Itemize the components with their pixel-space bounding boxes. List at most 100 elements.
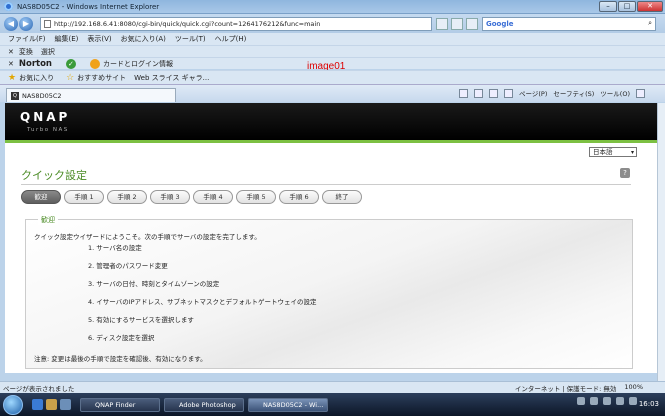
desktop-quicklaunch-icon[interactable] [60,399,71,410]
step-6[interactable]: 手順 6 [279,190,319,204]
step-finish[interactable]: 終了 [322,190,362,204]
suggested-sites-icon: ☆ [66,72,75,83]
menu-safety[interactable]: セーフティ(S) [553,88,594,98]
page-icon [44,19,51,28]
task-qnap-finder[interactable]: QNAP Finder [80,398,160,412]
step-5[interactable]: 手順 5 [236,190,276,204]
address-bar-row: ◀ ▶ http://192.168.6.41:8080/cgi-bin/qui… [0,14,665,33]
select-button[interactable]: 選択 [41,47,55,57]
page-title: クイック設定 [21,169,87,182]
wizard-steps: 歓迎 手順 1 手順 2 手順 3 手順 4 手順 5 手順 6 終了 [21,190,362,204]
main-content: 日本語 クイック設定 ? 歓迎 手順 1 手順 2 手順 3 手順 4 手順 5… [5,143,657,373]
address-actions [436,17,478,30]
url-field[interactable]: http://192.168.6.41:8080/cgi-bin/quick/q… [40,16,432,31]
command-bar: ページ(P) セーフティ(S) ツール(O) [459,88,645,98]
norton-logo[interactable]: Norton [19,59,52,69]
zoom-level[interactable]: 100% [624,383,643,393]
start-button[interactable] [3,395,23,415]
menu-favorites[interactable]: お気に入り(A) [121,34,166,44]
google-search-label: Google [486,19,514,28]
qnap-favicon-icon: Q [11,91,19,100]
menu-help[interactable]: ヘルプ(H) [215,34,247,44]
stop-icon[interactable] [466,17,478,30]
close-toolbar-icon[interactable]: ✕ [8,48,14,56]
window-title: NAS8D05C2 - Windows Internet Explorer [17,2,160,11]
turbo-nas-label: Turbo NAS [27,127,69,133]
menu-page[interactable]: ページ(P) [519,88,547,98]
menu-view[interactable]: 表示(V) [87,34,111,44]
list-item: 6. ディスク設定を選択 [88,334,155,342]
qnap-header: QNAP Turbo NAS [5,103,657,140]
suggested-sites-button[interactable]: おすすめサイト [77,73,126,83]
step-1[interactable]: 手順 1 [64,190,104,204]
refresh-icon[interactable] [451,17,463,30]
window-titlebar: NAS8D05C2 - Windows Internet Explorer – … [0,0,665,14]
network-icon[interactable] [629,397,637,405]
back-button[interactable]: ◀ [4,16,18,31]
title-divider [21,184,631,185]
menu-edit[interactable]: 編集(E) [55,34,79,44]
home-icon[interactable] [459,88,468,98]
convert-button[interactable]: 変換 [19,47,33,57]
step-welcome[interactable]: 歓迎 [21,190,61,204]
maximize-button[interactable]: □ [618,1,636,12]
list-item: 5. 有効にするサービスを選択します [88,316,194,324]
task-photoshop[interactable]: Adobe Photoshop ... [164,398,244,416]
step-2[interactable]: 手順 2 [107,190,147,204]
window-controls: – □ ✕ [599,1,663,12]
compat-view-icon[interactable] [436,17,448,30]
list-item: 3. サーバの日付、時刻とタイムゾーンの設定 [88,280,220,288]
tray-icon[interactable] [590,397,598,405]
help-icon[interactable] [636,88,645,98]
close-window-button[interactable]: ✕ [637,1,663,12]
mail-icon[interactable] [489,88,498,98]
search-icon[interactable]: ⌕ [648,19,652,28]
print-icon[interactable] [504,88,513,98]
menu-tools-cmd[interactable]: ツール(O) [600,88,630,98]
norton-check-icon[interactable]: ✓ [65,58,76,69]
tab-nas[interactable]: Q NAS8D05C2 [6,88,176,102]
translate-toolbar: ✕ 変換 選択 [0,45,665,57]
folder-quicklaunch-icon[interactable] [46,399,57,410]
tray-icon[interactable] [577,397,585,405]
help-icon-button[interactable]: ? [620,168,630,178]
tray-icon[interactable] [603,397,611,405]
status-bar: ページが表示されました インターネット | 保護モード: 無効 100% [0,381,665,393]
welcome-intro: クイック設定ウイザードにようこそ。次の手順でサーバの設定を完了します。 [34,233,261,241]
clock[interactable]: 16:03 [639,400,659,408]
language-select[interactable]: 日本語 [589,147,637,157]
step-3[interactable]: 手順 3 [150,190,190,204]
status-text: ページが表示されました [3,384,75,393]
list-item: 2. 管理者のパスワード変更 [88,262,168,270]
forward-button[interactable]: ▶ [19,16,33,31]
list-item: 4. イサーバのIPアドレス、サブネットマスクとデフォルトゲートウェイの設定 [88,298,317,306]
favorites-button[interactable]: お気に入り [19,73,54,83]
search-input[interactable]: Google ⌕ [482,16,656,31]
taskbar: QNAP Finder Adobe Photoshop ... NAS8D05C… [0,393,665,416]
tab-row: Q NAS8D05C2 ページ(P) セーフティ(S) ツール(O) [0,84,665,102]
ie-quicklaunch-icon[interactable] [32,399,43,410]
task-ie[interactable]: NAS8D05C2 - Wi... [248,398,328,412]
url-text: http://192.168.6.41:8080/cgi-bin/quick/q… [54,19,321,28]
favorites-bar: ★ お気に入り ☆ おすすめサイト Web スライス ギャラ... [0,70,665,84]
system-tray [577,397,637,405]
vertical-scrollbar[interactable] [657,103,665,381]
web-slice-button[interactable]: Web スライス ギャラ... [134,73,209,83]
list-item: 1. サーバ名の設定 [88,244,142,252]
menu-tools[interactable]: ツール(T) [175,34,206,44]
card-login-button[interactable]: カードとログイン情報 [103,59,173,69]
ie-logo-icon [4,2,13,11]
card-icon [89,58,100,69]
minimize-button[interactable]: – [599,1,617,12]
menu-bar: ファイル(F) 編集(E) 表示(V) お気に入り(A) ツール(T) ヘルプ(… [0,33,665,45]
qnap-logo: QNAP [20,110,71,124]
welcome-panel: 歓迎 クイック設定ウイザードにようこそ。次の手順でサーバの設定を完了します。 1… [25,215,633,369]
close-norton-icon[interactable]: ✕ [8,60,14,68]
step-4[interactable]: 手順 4 [193,190,233,204]
feeds-icon[interactable] [474,88,483,98]
welcome-legend: 歓迎 [38,215,58,225]
security-zone[interactable]: インターネット | 保護モード: 無効 [515,383,617,393]
favorites-star-icon: ★ [8,72,17,83]
volume-icon[interactable] [616,397,624,405]
menu-file[interactable]: ファイル(F) [8,34,46,44]
